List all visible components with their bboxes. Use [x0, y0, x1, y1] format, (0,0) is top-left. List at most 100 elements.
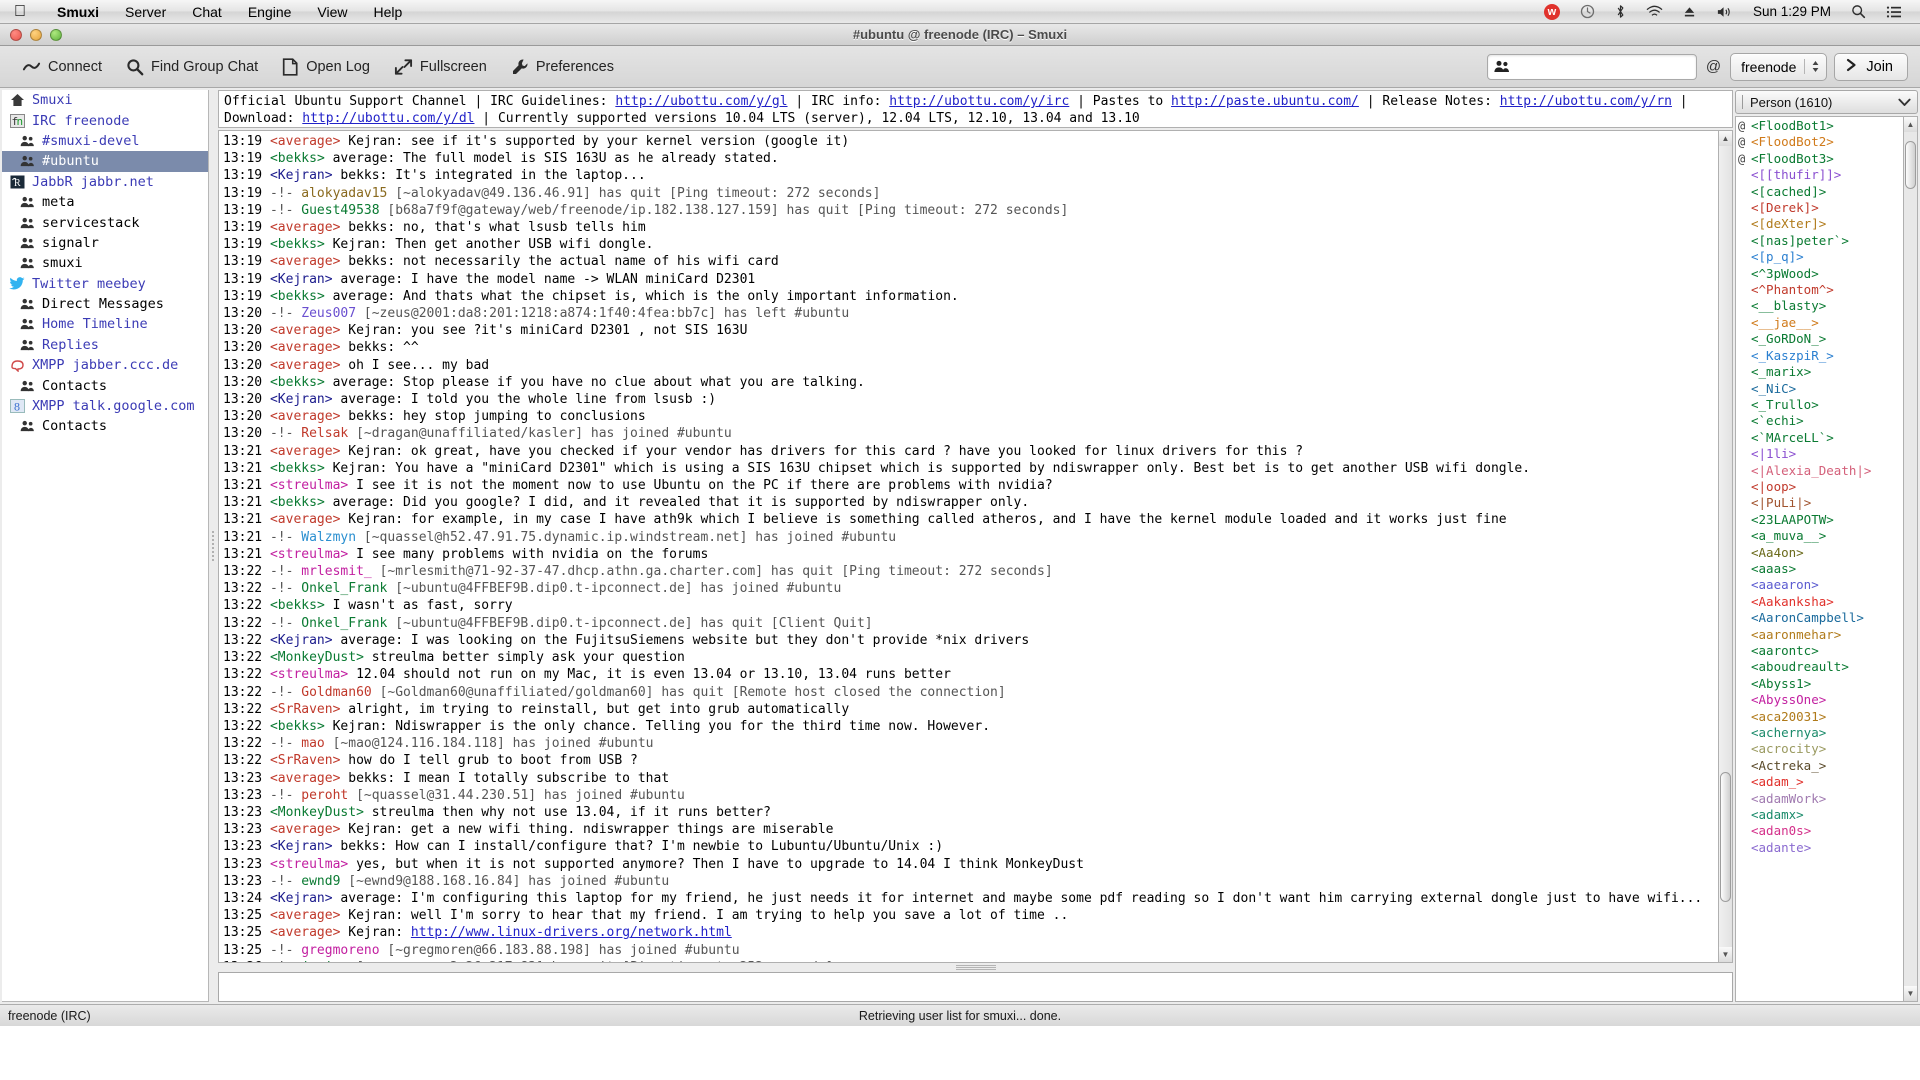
message-nick[interactable]: <	[270, 925, 278, 940]
user-list-item[interactable]: < [Derek] >	[1738, 200, 1903, 216]
sidebar-item-signalr[interactable]: signalr	[2, 233, 208, 253]
wifi-icon[interactable]	[1636, 4, 1673, 19]
message-nick-label[interactable]: bekks	[278, 719, 317, 734]
message-nick[interactable]: >	[317, 237, 325, 252]
user-list-item[interactable]: < _GoRDoN_ >	[1738, 331, 1903, 347]
message-nick[interactable]: >	[333, 340, 341, 355]
message-nick[interactable]: <	[270, 495, 278, 510]
user-nick[interactable]: <	[1751, 676, 1759, 692]
user-list-item[interactable]: <23LAAPOTW >	[1738, 512, 1903, 528]
message-nick-label[interactable]: streulma	[278, 478, 341, 493]
open-log-button[interactable]: Open Log	[270, 54, 382, 80]
user-list-item[interactable]: < AbyssOne >	[1738, 692, 1903, 708]
sidebar-item-direct-messages[interactable]: Direct Messages	[2, 294, 208, 314]
message-nick[interactable]: >	[325, 633, 333, 648]
user-nick-label[interactable]: AaronCampbell	[1759, 610, 1857, 626]
user-nick[interactable]: <	[1751, 331, 1759, 347]
user-nick-label[interactable]: acrocity	[1759, 741, 1819, 757]
user-nick[interactable]: <	[1751, 118, 1759, 134]
user-nick[interactable]: >	[1804, 823, 1812, 839]
chevron-down-icon[interactable]	[1898, 95, 1911, 110]
user-list-item[interactable]: < |oop >	[1738, 479, 1903, 495]
user-nick[interactable]: <	[1751, 463, 1759, 479]
user-nick-label[interactable]: [cached]	[1759, 184, 1819, 200]
message-nick-label[interactable]: bekks	[278, 461, 317, 476]
user-nick[interactable]: >	[1811, 643, 1819, 659]
user-nick[interactable]: <	[1751, 151, 1759, 167]
user-list-item[interactable]: < _KaszpiR_ >	[1738, 348, 1903, 364]
chevron-up-icon[interactable]: ▲	[1719, 131, 1732, 146]
find-group-chat-button[interactable]: Find Group Chat	[114, 54, 270, 80]
user-list-item[interactable]: @ < FloodBot3 >	[1738, 151, 1903, 167]
user-nick[interactable]: <	[1751, 364, 1759, 380]
chat-scrollbar[interactable]: ▲ ▼	[1718, 130, 1733, 963]
topic-link[interactable]: http://ubottu.com/y/irc	[889, 94, 1069, 109]
message-nick[interactable]: <	[270, 478, 278, 493]
user-scrollbar-thumb[interactable]	[1905, 141, 1916, 189]
message-nick-label[interactable]: Kejran	[278, 272, 325, 287]
message-nick-label[interactable]: average	[278, 409, 333, 424]
user-nick[interactable]: >	[1841, 233, 1849, 249]
user-nick-label[interactable]: aaas	[1759, 561, 1789, 577]
message-nick[interactable]: >	[333, 444, 341, 459]
user-list-item[interactable]: @ < FloodBot1 >	[1738, 118, 1903, 134]
message-nick[interactable]: >	[340, 857, 348, 872]
message-nick[interactable]: <	[270, 392, 278, 407]
user-list-item[interactable]: < __jae__ >	[1738, 315, 1903, 331]
sidebar-splitter[interactable]	[209, 88, 216, 1004]
message-nick-label[interactable]: Kejran	[278, 168, 325, 183]
message-nick[interactable]: >	[333, 409, 341, 424]
sidebar-item-servicestack[interactable]: servicestack	[2, 212, 208, 232]
message-nick-label[interactable]: streulma	[278, 667, 341, 682]
user-list-item[interactable]: < Aa4on >	[1738, 545, 1903, 561]
message-nick[interactable]: <	[270, 220, 278, 235]
user-list-item[interactable]: < adan0s >	[1738, 823, 1903, 839]
message-nick[interactable]: <	[270, 340, 278, 355]
user-nick-label[interactable]: 23LAAPOTW	[1759, 512, 1827, 528]
user-nick-label[interactable]: `echi	[1759, 413, 1797, 429]
message-nick[interactable]: >	[340, 547, 348, 562]
user-list-item[interactable]: < [deXter] >	[1738, 216, 1903, 232]
message-nick-label[interactable]: bekks	[278, 289, 317, 304]
user-nick-label[interactable]: [[thufir]]	[1759, 167, 1834, 183]
user-list-item[interactable]: < adamx >	[1738, 807, 1903, 823]
user-list-item[interactable]: < _marix >	[1738, 364, 1903, 380]
topic-link[interactable]: http://ubottu.com/y/rn	[1500, 94, 1672, 109]
message-nick[interactable]: <	[270, 237, 278, 252]
user-nick-label[interactable]: __jae__	[1759, 315, 1812, 331]
user-nick-label[interactable]: aarontc	[1759, 643, 1812, 659]
user-nick-label[interactable]: AbyssOne	[1759, 692, 1819, 708]
user-list-item[interactable]: < acrocity >	[1738, 741, 1903, 757]
user-list-item[interactable]: < adamWork >	[1738, 791, 1903, 807]
sidebar-item-irc-freenode[interactable]: f n IRC freenode	[2, 110, 208, 130]
menu-item-view[interactable]: View	[304, 4, 360, 20]
user-nick[interactable]: >	[1826, 594, 1834, 610]
sidebar-item-twitter-meebey[interactable]: Twitter meebey	[2, 274, 208, 294]
user-list-item[interactable]: < ^3pWood >	[1738, 266, 1903, 282]
user-nick[interactable]: >	[1864, 463, 1872, 479]
user-nick[interactable]: <	[1751, 577, 1759, 593]
topic-link[interactable]: http://ubottu.com/y/dl	[302, 111, 474, 126]
user-nick[interactable]: >	[1819, 184, 1827, 200]
message-nick[interactable]: >	[317, 719, 325, 734]
message-nick-label[interactable]: average	[278, 220, 333, 235]
user-nick-label[interactable]: _GoRDoN_	[1759, 331, 1819, 347]
user-nick[interactable]: >	[1804, 676, 1812, 692]
topic-link[interactable]: http://paste.ubuntu.com/	[1171, 94, 1359, 109]
user-nick-label[interactable]: ^3pWood	[1759, 266, 1812, 282]
user-nick[interactable]: <	[1751, 659, 1759, 675]
user-nick[interactable]: <	[1751, 216, 1759, 232]
message-nick[interactable]: <	[270, 375, 278, 390]
message-nick-label[interactable]: Kejran	[278, 633, 325, 648]
user-nick[interactable]: >	[1841, 659, 1849, 675]
message-nick[interactable]: <	[270, 323, 278, 338]
message-nick[interactable]: <	[270, 753, 278, 768]
user-nick[interactable]: >	[1819, 725, 1827, 741]
user-list-item[interactable]: < _NiC >	[1738, 381, 1903, 397]
user-nick-label[interactable]: adante	[1759, 840, 1804, 856]
user-nick[interactable]: <	[1751, 315, 1759, 331]
user-nick-label[interactable]: adan0s	[1759, 823, 1804, 839]
message-nick-label[interactable]: streulma	[278, 547, 341, 562]
user-nick[interactable]: <	[1751, 741, 1759, 757]
user-nick[interactable]: >	[1819, 741, 1827, 757]
